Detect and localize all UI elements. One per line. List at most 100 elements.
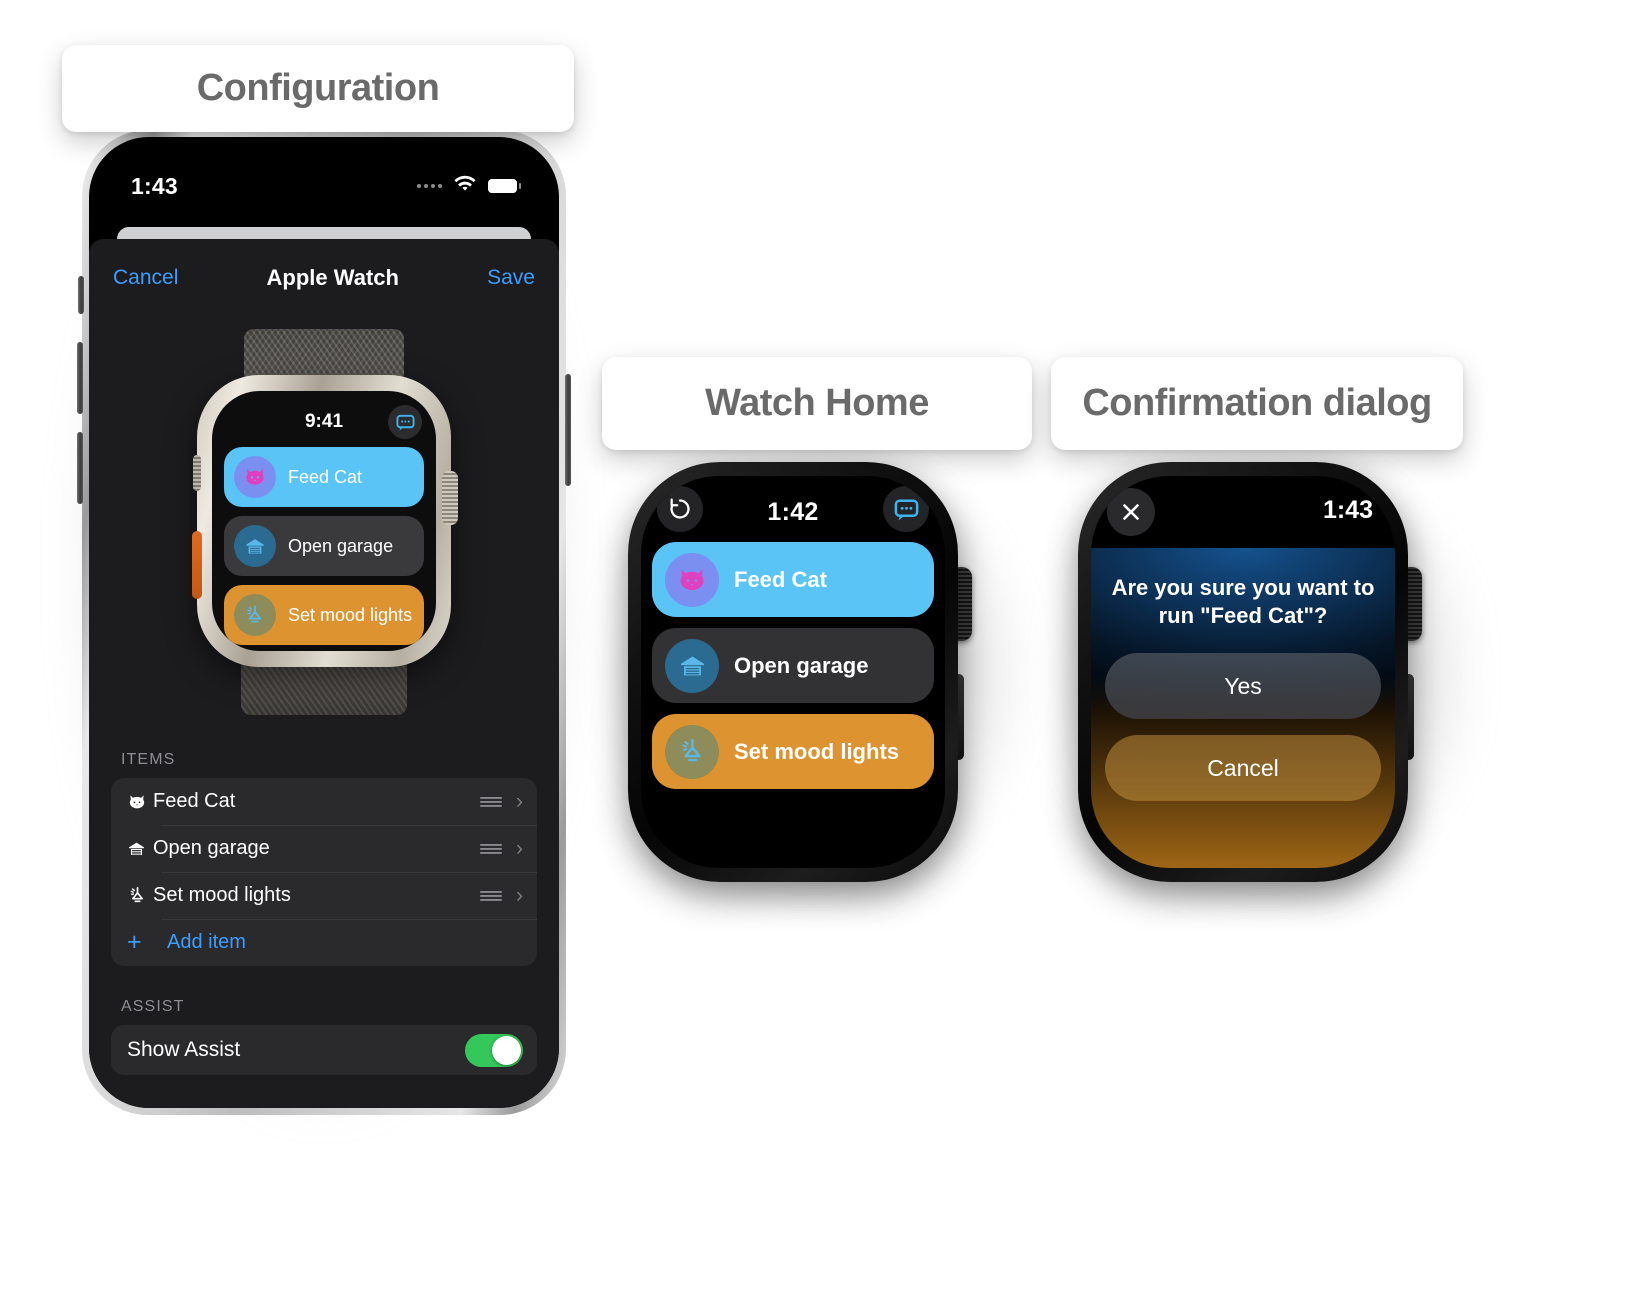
dialog-question: Are you sure you want to run "Feed Cat"? — [1111, 575, 1375, 628]
refresh-icon[interactable] — [657, 486, 703, 532]
watch-home-body: 1:42 Feed Cat Open garage Set mood light… — [628, 462, 958, 882]
iphone-screen: 1:43 Cancel Apple Watch Save 9:41 Feed C… — [89, 137, 559, 1108]
watch-preview-row: Feed Cat — [224, 447, 424, 507]
iphone-mute-button[interactable] — [78, 276, 84, 314]
watch-preview-row-label: Feed Cat — [288, 466, 363, 487]
caption-confirmation-dialog: Confirmation dialog — [1051, 357, 1463, 450]
message-bubble-icon[interactable] — [883, 486, 929, 532]
watch-preview-topbar: 9:41 — [212, 401, 436, 443]
list-item-label: Feed Cat — [153, 790, 236, 812]
iphone-volume-down-button[interactable] — [77, 432, 83, 504]
iphone-status-indicators — [417, 175, 521, 198]
add-item-button[interactable]: + Add item — [111, 919, 537, 966]
wifi-icon — [453, 175, 477, 198]
assist-section-header: ASSIST — [121, 998, 185, 1015]
message-bubble-icon — [388, 405, 422, 439]
garage-icon — [127, 839, 153, 858]
watch-speaker-grille — [193, 455, 201, 491]
iphone-modal-sheet: Cancel Apple Watch Save 9:41 Feed Cat Op… — [89, 239, 559, 1108]
close-x-icon[interactable] — [1107, 488, 1155, 536]
watch-preview-row: Open garage — [224, 516, 424, 576]
pendant-lamp-icon — [127, 885, 153, 906]
iphone-nav-bar: Cancel Apple Watch Save — [89, 239, 559, 307]
watch-preview-row: Set mood lights — [224, 585, 424, 645]
page-title: Apple Watch — [266, 265, 399, 290]
pendant-lamp-icon — [234, 594, 276, 636]
items-section-header: ITEMS — [121, 751, 176, 768]
caption-watch-home-label: Watch Home — [705, 382, 929, 424]
iphone-power-button[interactable] — [565, 374, 571, 486]
watch-preview-row-label: Set mood lights — [288, 604, 413, 625]
list-item[interactable]: Set mood lights › — [111, 872, 537, 919]
cancel-button[interactable]: Cancel — [113, 266, 178, 290]
watch-home-topbar: 1:42 — [641, 476, 945, 536]
watch-row-feed-cat[interactable]: Feed Cat — [652, 542, 934, 617]
drag-handle-icon[interactable] — [480, 794, 502, 810]
chevron-right-icon: › — [516, 836, 523, 860]
yes-button-label: Yes — [1224, 672, 1262, 699]
watch-digital-crown — [442, 471, 458, 525]
drag-handle-icon[interactable] — [480, 888, 502, 904]
yes-button[interactable]: Yes — [1105, 653, 1381, 720]
watch-preview-row-label: Open garage — [288, 535, 394, 556]
iphone-status-bar: 1:43 — [89, 137, 559, 213]
battery-full-icon — [488, 179, 521, 193]
watch-dialog-mockup: 1:43 Are you sure you want to run "Feed … — [1052, 444, 1476, 902]
signal-dots-icon — [417, 184, 442, 188]
watch-preview-time: 9:41 — [304, 411, 344, 432]
cancel-button-label: Cancel — [1207, 754, 1279, 781]
show-assist-row[interactable]: Show Assist — [111, 1025, 537, 1075]
watch-row-label: Feed Cat — [734, 566, 827, 592]
pendant-lamp-icon — [665, 724, 719, 779]
plus-icon: + — [127, 928, 142, 956]
list-item[interactable]: Feed Cat › — [111, 778, 537, 825]
iphone-frame: 1:43 Cancel Apple Watch Save 9:41 Feed C… — [82, 130, 566, 1115]
watch-row-label: Set mood lights — [734, 738, 899, 764]
watch-dialog-screen: 1:43 Are you sure you want to run "Feed … — [1091, 476, 1395, 868]
watch-home-mockup: 1:42 Feed Cat Open garage Set mood light… — [602, 444, 1026, 902]
assist-card: Show Assist — [111, 1025, 537, 1075]
watch-dialog-body: 1:43 Are you sure you want to run "Feed … — [1078, 462, 1408, 882]
cat-icon — [665, 552, 719, 607]
caption-configuration-label: Configuration — [196, 67, 440, 109]
caption-watch-home: Watch Home — [602, 357, 1032, 450]
confirmation-dialog: 1:43 Are you sure you want to run "Feed … — [1091, 476, 1395, 868]
watch-row-set-mood-lights[interactable]: Set mood lights — [652, 714, 934, 789]
iphone-form: ITEMS Feed Cat › Open garage › Set mood … — [89, 725, 559, 1108]
show-assist-toggle[interactable] — [465, 1033, 523, 1067]
list-item[interactable]: Open garage › — [111, 825, 537, 872]
list-item-label: Set mood lights — [153, 884, 291, 906]
watch-row-open-garage[interactable]: Open garage — [652, 628, 934, 703]
watch-preview-screen: 9:41 Feed Cat Open garage Set mood light… — [212, 391, 436, 651]
watch-case: 9:41 Feed Cat Open garage Set mood light… — [192, 375, 458, 667]
add-item-label: Add item — [167, 931, 246, 953]
dialog-topbar: 1:43 — [1091, 476, 1395, 548]
watch-home-time: 1:42 — [767, 497, 819, 526]
screenshot-root: Configuration Watch Home Confirmation di… — [0, 0, 1652, 1294]
show-assist-label: Show Assist — [127, 1038, 241, 1061]
iphone-volume-up-button[interactable] — [77, 342, 83, 414]
caption-confirmation-dialog-label: Confirmation dialog — [1082, 382, 1432, 424]
sheet-peek-handle — [117, 227, 531, 239]
watch-home-screen: 1:42 Feed Cat Open garage Set mood light… — [641, 476, 945, 868]
items-card: Feed Cat › Open garage › Set mood lights… — [111, 778, 537, 966]
drag-handle-icon[interactable] — [480, 841, 502, 857]
chevron-right-icon: › — [516, 789, 523, 813]
watch-action-button — [192, 531, 202, 599]
watch-preview-image: 9:41 Feed Cat Open garage Set mood light… — [89, 307, 559, 725]
cancel-button[interactable]: Cancel — [1105, 735, 1381, 802]
iphone-status-time: 1:43 — [131, 172, 178, 199]
garage-icon — [665, 638, 719, 693]
garage-icon — [234, 525, 276, 567]
caption-configuration: Configuration — [62, 45, 574, 132]
watch-dialog-time: 1:43 — [1322, 496, 1373, 524]
watch-row-label: Open garage — [734, 652, 869, 678]
chevron-right-icon: › — [516, 883, 523, 907]
cat-icon — [127, 792, 153, 812]
watch-home-row-list: Feed Cat Open garage Set mood lights — [641, 536, 945, 789]
watch-preview-row-list: Feed Cat Open garage Set mood lights — [212, 443, 436, 645]
list-item-label: Open garage — [153, 837, 270, 859]
cat-icon — [234, 456, 276, 498]
iphone-mockup: 1:43 Cancel Apple Watch Save 9:41 Feed C… — [60, 116, 588, 1126]
save-button[interactable]: Save — [487, 266, 535, 290]
